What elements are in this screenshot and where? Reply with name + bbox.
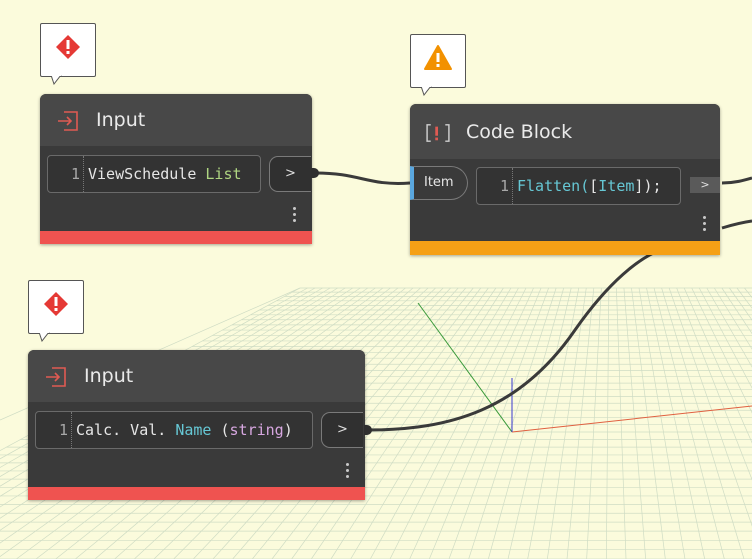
code-token: [ <box>589 177 599 195</box>
node-header[interactable]: Input <box>40 94 312 146</box>
error-callout-bottom[interactable] <box>28 280 84 342</box>
code-token: Item <box>598 177 635 195</box>
code-editor[interactable]: 1 ViewSchedule List <box>47 155 261 193</box>
node-title: Input <box>96 109 146 131</box>
code-token: Name <box>175 421 212 439</box>
error-status-bar <box>40 231 312 244</box>
code-token: Flatten( <box>517 177 590 195</box>
node-title: Code Block <box>466 121 573 143</box>
error-icon <box>56 35 80 59</box>
callout-pointer <box>51 75 62 85</box>
code-token: List <box>205 165 242 183</box>
axis-y <box>417 302 513 433</box>
code-token: Calc. Val. <box>76 421 176 439</box>
input-port-label: Item <box>424 175 454 190</box>
warning-icon <box>424 45 452 70</box>
input-node-bottom[interactable]: Input 1 Calc. Val. Name (string) > <box>28 350 365 500</box>
code-editor[interactable]: 1 Calc. Val. Name (string) <box>35 411 313 449</box>
input-node-top[interactable]: Input 1 ViewSchedule List > <box>40 94 312 244</box>
node-header[interactable]: Code Block <box>410 104 720 159</box>
code-block-icon <box>426 124 450 142</box>
callout-pointer <box>39 332 50 342</box>
output-port-button[interactable]: > <box>321 412 363 448</box>
code-token: ); <box>643 177 662 195</box>
input-icon <box>46 367 66 387</box>
line-number: 1 <box>477 168 513 204</box>
node-menu-dots[interactable] <box>346 463 350 481</box>
input-icon <box>58 111 78 131</box>
code-token: ( <box>211 421 230 439</box>
wire-input-to-codeblock[interactable] <box>315 171 411 185</box>
node-title: Input <box>84 365 134 387</box>
line-number: 1 <box>48 156 84 192</box>
node-menu-dots[interactable] <box>293 207 297 225</box>
output-port-button[interactable]: > <box>690 177 720 193</box>
input-port-item[interactable]: Item <box>410 166 468 200</box>
node-menu-dots[interactable] <box>703 216 707 234</box>
warning-callout[interactable] <box>410 34 466 96</box>
output-port-button[interactable]: > <box>269 156 311 192</box>
error-callout-top[interactable] <box>40 23 96 85</box>
code-token: ) <box>283 421 293 439</box>
code-block-node[interactable]: Code Block Item 1 Flatten([Item]); > <box>410 104 720 255</box>
code-editor[interactable]: 1 Flatten([Item]); <box>476 167 681 205</box>
error-status-bar <box>28 487 365 500</box>
code-token: ViewSchedule <box>88 165 206 183</box>
callout-pointer <box>421 86 432 96</box>
wire-codeblock-out-top[interactable] <box>721 176 752 185</box>
code-token: string <box>229 421 284 439</box>
node-header[interactable]: Input <box>28 350 365 402</box>
warning-status-bar <box>410 241 720 255</box>
error-icon <box>44 292 68 316</box>
wire-codeblock-out-bottom[interactable] <box>721 219 752 230</box>
line-number: 1 <box>36 412 72 448</box>
